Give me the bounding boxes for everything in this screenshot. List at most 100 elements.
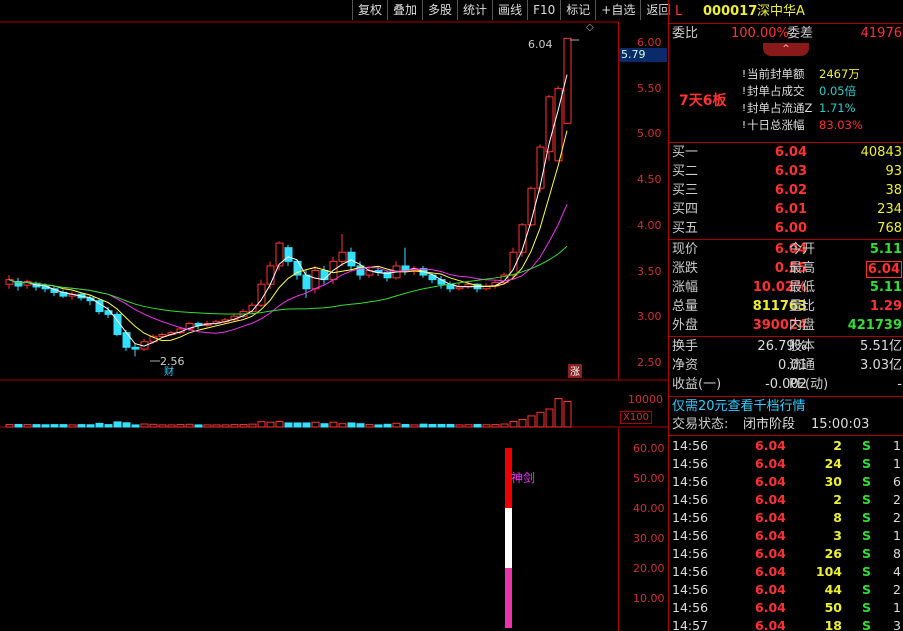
toolbar-button-5[interactable]: F10: [527, 0, 560, 20]
tick-row[interactable]: 14:56 6.04 3 S 1: [669, 527, 903, 545]
tick-p: 6.04: [755, 492, 786, 507]
tick-p: 6.04: [755, 546, 786, 561]
diamond-icon[interactable]: ◇: [586, 22, 594, 33]
bid-row[interactable]: 买二 6.03 93: [669, 163, 903, 181]
kline-chart[interactable]: 6.04 2.56 财 涨 神剑: [0, 0, 668, 631]
bid-price: 6.02: [774, 183, 807, 198]
tick-row[interactable]: 14:56 6.04 44 S 2: [669, 581, 903, 599]
tick-n: 2: [893, 582, 901, 597]
quote-label: 涨幅: [672, 280, 699, 295]
price-tick-label: 4.00: [637, 218, 662, 232]
indicator-axis: 60.00 50.00 40.00 30.00 20.00 10.00: [618, 428, 668, 631]
bid-label: 买四: [672, 202, 699, 217]
tick-p: 6.04: [755, 528, 786, 543]
volume-bar: [176, 424, 185, 428]
toolbar-button-7[interactable]: +自选: [595, 0, 640, 20]
toolbar-button-1[interactable]: 叠加: [387, 0, 422, 20]
volume-bar: [230, 424, 239, 428]
weibi-row: 委比 100.00% 委差 41976: [669, 25, 903, 43]
tick-t: 14:56: [672, 600, 709, 615]
volume-bar: [275, 420, 284, 428]
volume-bar: [95, 422, 104, 428]
board-item-label: 封单占流通Z: [747, 101, 813, 115]
candle-body: [311, 270, 320, 290]
equity-label: 股本: [789, 339, 816, 354]
board-item: 封单占流通Z 1.71%!: [669, 100, 903, 117]
volume-bar: [446, 423, 455, 428]
bid-vol: 40843: [860, 145, 902, 160]
board-item-label: 十日总涨幅: [747, 118, 805, 132]
toolbar-button-6[interactable]: 标记: [560, 0, 595, 20]
volume-bar: [518, 419, 527, 428]
bid-row[interactable]: 买五 6.00 768: [669, 220, 903, 238]
volume-bar: [428, 423, 437, 428]
tick-row[interactable]: 14:57 6.04 18 S 3: [669, 617, 903, 631]
tick-row[interactable]: 14:56 6.04 2 S 2: [669, 491, 903, 509]
tick-row[interactable]: 14:56 6.04 24 S 1: [669, 455, 903, 473]
candle-body: [347, 251, 356, 267]
toolbar-button-4[interactable]: 画线: [492, 0, 527, 20]
tick-row[interactable]: 14:56 6.04 8 S 2: [669, 509, 903, 527]
toolbar-button-2[interactable]: 多股: [422, 0, 457, 20]
tick-row[interactable]: 14:56 6.04 104 S 4: [669, 563, 903, 581]
quote-value: 5.11: [869, 280, 902, 295]
board-item: 封单占成交 0.05倍!: [669, 83, 903, 100]
tick-v: 2: [833, 438, 842, 453]
volume-bar: [122, 422, 131, 428]
volume-bar: [68, 424, 77, 428]
bid-vol: 768: [877, 221, 902, 236]
tick-row[interactable]: 14:56 6.04 50 S 1: [669, 599, 903, 617]
price-axis: 6.00 5.50 5.00 4.50 4.00 3.50 3.00 2.50: [618, 22, 668, 380]
quote-label: 现价: [672, 242, 699, 257]
volume-bar: [500, 423, 509, 428]
tick-v: 104: [815, 564, 842, 579]
candle-body: [338, 251, 347, 262]
promo-text[interactable]: 仅需20元查看千档行情: [672, 398, 806, 416]
volume-bar: [41, 424, 50, 428]
volume-bar: [149, 423, 158, 428]
stock-code: 000017: [703, 4, 758, 19]
tick-row[interactable]: 14:56 6.04 2 S 1: [669, 437, 903, 455]
tick-row[interactable]: 14:56 6.04 30 S 6: [669, 473, 903, 491]
trade-status: 交易状态: 闭市阶段 15:00:03: [669, 416, 903, 434]
candle-body: [284, 247, 293, 262]
quote-row: 涨跌 0.55 最高 6.04: [669, 260, 903, 278]
tick-n: 3: [893, 618, 901, 631]
equity-value: 3.03亿: [860, 358, 902, 373]
volume-bar: [248, 423, 257, 428]
bid-row[interactable]: 买三 6.02 38: [669, 182, 903, 200]
info-icon: !: [742, 120, 747, 131]
weibi-value: 100.00%: [731, 26, 789, 41]
divider: [669, 396, 903, 397]
quote-label: 外盘: [672, 318, 699, 333]
tick-v: 44: [824, 582, 842, 597]
tick-t: 14:56: [672, 564, 709, 579]
volume-bar: [104, 424, 113, 428]
tick-p: 6.04: [755, 474, 786, 489]
stock-name: 深中华A: [757, 4, 805, 19]
tick-s: S: [862, 474, 872, 489]
volume-bar: [311, 421, 320, 428]
tick-t: 14:56: [672, 510, 709, 525]
toolbar-button-3[interactable]: 统计: [457, 0, 492, 20]
tick-v: 18: [824, 618, 842, 631]
tick-row[interactable]: 14:56 6.04 26 S 8: [669, 545, 903, 563]
volume-bar: [356, 423, 365, 428]
equity-label: 换手: [672, 339, 699, 354]
bid-row[interactable]: 买四 6.01 234: [669, 201, 903, 219]
candle-body: [302, 274, 311, 290]
promo-link[interactable]: 仅需20元查看千档行情: [669, 398, 903, 416]
quote-label: 涨跌: [672, 261, 699, 276]
cai-label[interactable]: 财: [164, 365, 174, 378]
toolbar-button-0[interactable]: 复权: [352, 0, 387, 20]
kline-chart-area[interactable]: 6.04 2.56 财 涨 神剑 复权 叠加 多股 统计 画线 F10 标记 +自选 返回 ◇ …: [0, 0, 676, 631]
board-info: 7天6板 当前封单额 2467万! 封单占成交 0.05倍! 封单占流通Z 1.71%! 十…: [669, 58, 903, 140]
weicha-value: 41976: [860, 26, 902, 41]
quote-value: 5.11: [869, 242, 902, 257]
equity-row: 净资 0.01 流通 3.03亿: [669, 357, 903, 375]
bid-row[interactable]: 买一 6.04 40843: [669, 144, 903, 162]
volume-bar: [194, 424, 203, 428]
quote-panel: L 000017 深中华A 委比 100.00% 委差 41976 ^ 7天6板…: [668, 0, 903, 631]
bid-price: 6.00: [774, 221, 807, 236]
collapse-toggle[interactable]: ^: [763, 43, 809, 56]
